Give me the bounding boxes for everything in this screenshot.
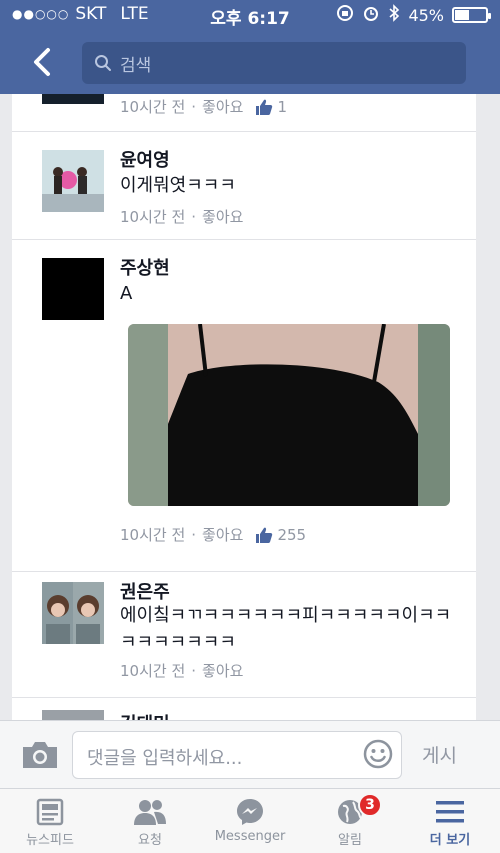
like-count[interactable]: 255 bbox=[255, 526, 306, 544]
tab-notifications[interactable]: 3 알림 bbox=[300, 789, 400, 853]
commenter-name[interactable]: 권은주 bbox=[120, 578, 170, 604]
post-button[interactable]: 게시 bbox=[422, 741, 457, 768]
commenter-name[interactable]: 김태미 bbox=[120, 710, 170, 720]
comment-input[interactable]: 댓글을 입력하세요... bbox=[72, 731, 402, 779]
tab-label: 알림 bbox=[338, 833, 362, 848]
comment-item: 김태미 bbox=[12, 698, 476, 720]
comment-list[interactable]: 10시간 전 · 좋아요 1 윤여영 이게뭐엿ㅋㅋㅋ 10시간 전 · 좋아요 … bbox=[12, 94, 476, 720]
bottom-tab-bar: 뉴스피드 요청 Messenger 3 알림 더 보기 bbox=[0, 788, 500, 853]
comment-meta: 10시간 전 · 좋아요 255 bbox=[120, 524, 307, 545]
app-screen: ●●○○○ SKT LTE 오후 6:17 45% 검색 10시간 전 · 좋아… bbox=[0, 0, 500, 853]
search-icon bbox=[95, 55, 111, 71]
alarm-icon bbox=[362, 4, 380, 26]
news-feed-icon bbox=[36, 798, 64, 826]
avatar-photo bbox=[42, 582, 104, 644]
comment-item: 권은주 에이칰ㅋㄲㅋㅋㅋㅋㅋㅋ피ㅋㅋㅋㅋㅋ이ㅋㅋㅋㅋㅋㅋㅋㅋㅋ 10시간 전 ·… bbox=[12, 572, 476, 698]
tab-requests[interactable]: 요청 bbox=[100, 789, 200, 853]
back-button[interactable] bbox=[22, 40, 62, 84]
comment-text: 이게뭐엿ㅋㅋㅋ bbox=[120, 175, 236, 196]
notification-badge: 3 bbox=[358, 793, 382, 817]
comment-item: 10시간 전 · 좋아요 1 bbox=[12, 94, 476, 132]
comment-meta: 10시간 전 · 좋아요 1 bbox=[120, 96, 287, 117]
comment-text: A bbox=[120, 283, 133, 304]
avatar-photo bbox=[42, 150, 104, 212]
smiley-icon bbox=[363, 739, 393, 769]
comment-time: 10시간 전 bbox=[120, 662, 186, 680]
comment-photo[interactable] bbox=[128, 324, 450, 506]
nav-bar: 검색 bbox=[0, 30, 500, 94]
avatar[interactable] bbox=[42, 710, 104, 720]
like-link[interactable]: 좋아요 bbox=[202, 660, 243, 681]
comment-text: 에이칰ㅋㄲㅋㅋㅋㅋㅋㅋ피ㅋㅋㅋㅋㅋ이ㅋㅋㅋㅋㅋㅋㅋㅋㅋ bbox=[120, 605, 452, 653]
comment-item: 윤여영 이게뭐엿ㅋㅋㅋ 10시간 전 · 좋아요 bbox=[12, 132, 476, 240]
comment-time: 10시간 전 bbox=[120, 98, 186, 116]
chevron-left-icon bbox=[34, 48, 50, 76]
commenter-name[interactable]: 주상현 bbox=[120, 254, 170, 280]
battery-level bbox=[455, 10, 469, 20]
attached-image bbox=[128, 324, 450, 506]
messenger-icon bbox=[237, 799, 263, 825]
search-placeholder: 검색 bbox=[120, 55, 152, 76]
battery-icon bbox=[452, 7, 491, 23]
bluetooth-icon bbox=[388, 4, 400, 26]
thumbs-up-icon bbox=[256, 99, 273, 115]
comment-meta: 10시간 전 · 좋아요 bbox=[120, 206, 244, 227]
like-link[interactable]: 좋아요 bbox=[202, 524, 243, 545]
like-link[interactable]: 좋아요 bbox=[202, 96, 243, 117]
tab-label: 요청 bbox=[138, 833, 162, 848]
avatar[interactable] bbox=[42, 94, 104, 104]
camera-button[interactable] bbox=[20, 739, 60, 771]
tab-label: 더 보기 bbox=[429, 833, 471, 848]
avatar[interactable] bbox=[42, 150, 104, 212]
comment-time: 10시간 전 bbox=[120, 526, 186, 544]
tab-news-feed[interactable]: 뉴스피드 bbox=[0, 789, 100, 853]
comment-meta: 10시간 전 · 좋아요 bbox=[120, 660, 244, 681]
avatar[interactable] bbox=[42, 582, 104, 644]
like-link[interactable]: 좋아요 bbox=[202, 206, 243, 227]
like-count[interactable]: 1 bbox=[255, 98, 287, 116]
commenter-name[interactable]: 윤여영 bbox=[120, 146, 170, 172]
status-bar: ●●○○○ SKT LTE 오후 6:17 45% bbox=[0, 0, 500, 30]
camera-icon bbox=[23, 742, 57, 768]
battery-percent: 45% bbox=[408, 5, 444, 25]
avatar[interactable] bbox=[42, 258, 104, 320]
tab-more[interactable]: 더 보기 bbox=[400, 789, 500, 853]
friend-requests-icon bbox=[134, 800, 166, 825]
comment-time: 10시간 전 bbox=[120, 208, 186, 226]
top-header: ●●○○○ SKT LTE 오후 6:17 45% 검색 bbox=[0, 0, 500, 94]
sticker-button[interactable] bbox=[362, 738, 394, 770]
tab-label: Messenger bbox=[214, 829, 286, 844]
comment-composer: 댓글을 입력하세요... 게시 bbox=[0, 720, 500, 788]
menu-icon bbox=[436, 801, 464, 823]
tab-messenger[interactable]: Messenger bbox=[200, 789, 300, 853]
rotation-lock-icon bbox=[336, 4, 354, 26]
search-input[interactable]: 검색 bbox=[82, 42, 466, 84]
comment-item: 주상현 A 10시간 전 · 좋아요 255 bbox=[12, 240, 476, 572]
tab-label: 뉴스피드 bbox=[26, 833, 74, 848]
thumbs-up-icon bbox=[256, 527, 273, 543]
